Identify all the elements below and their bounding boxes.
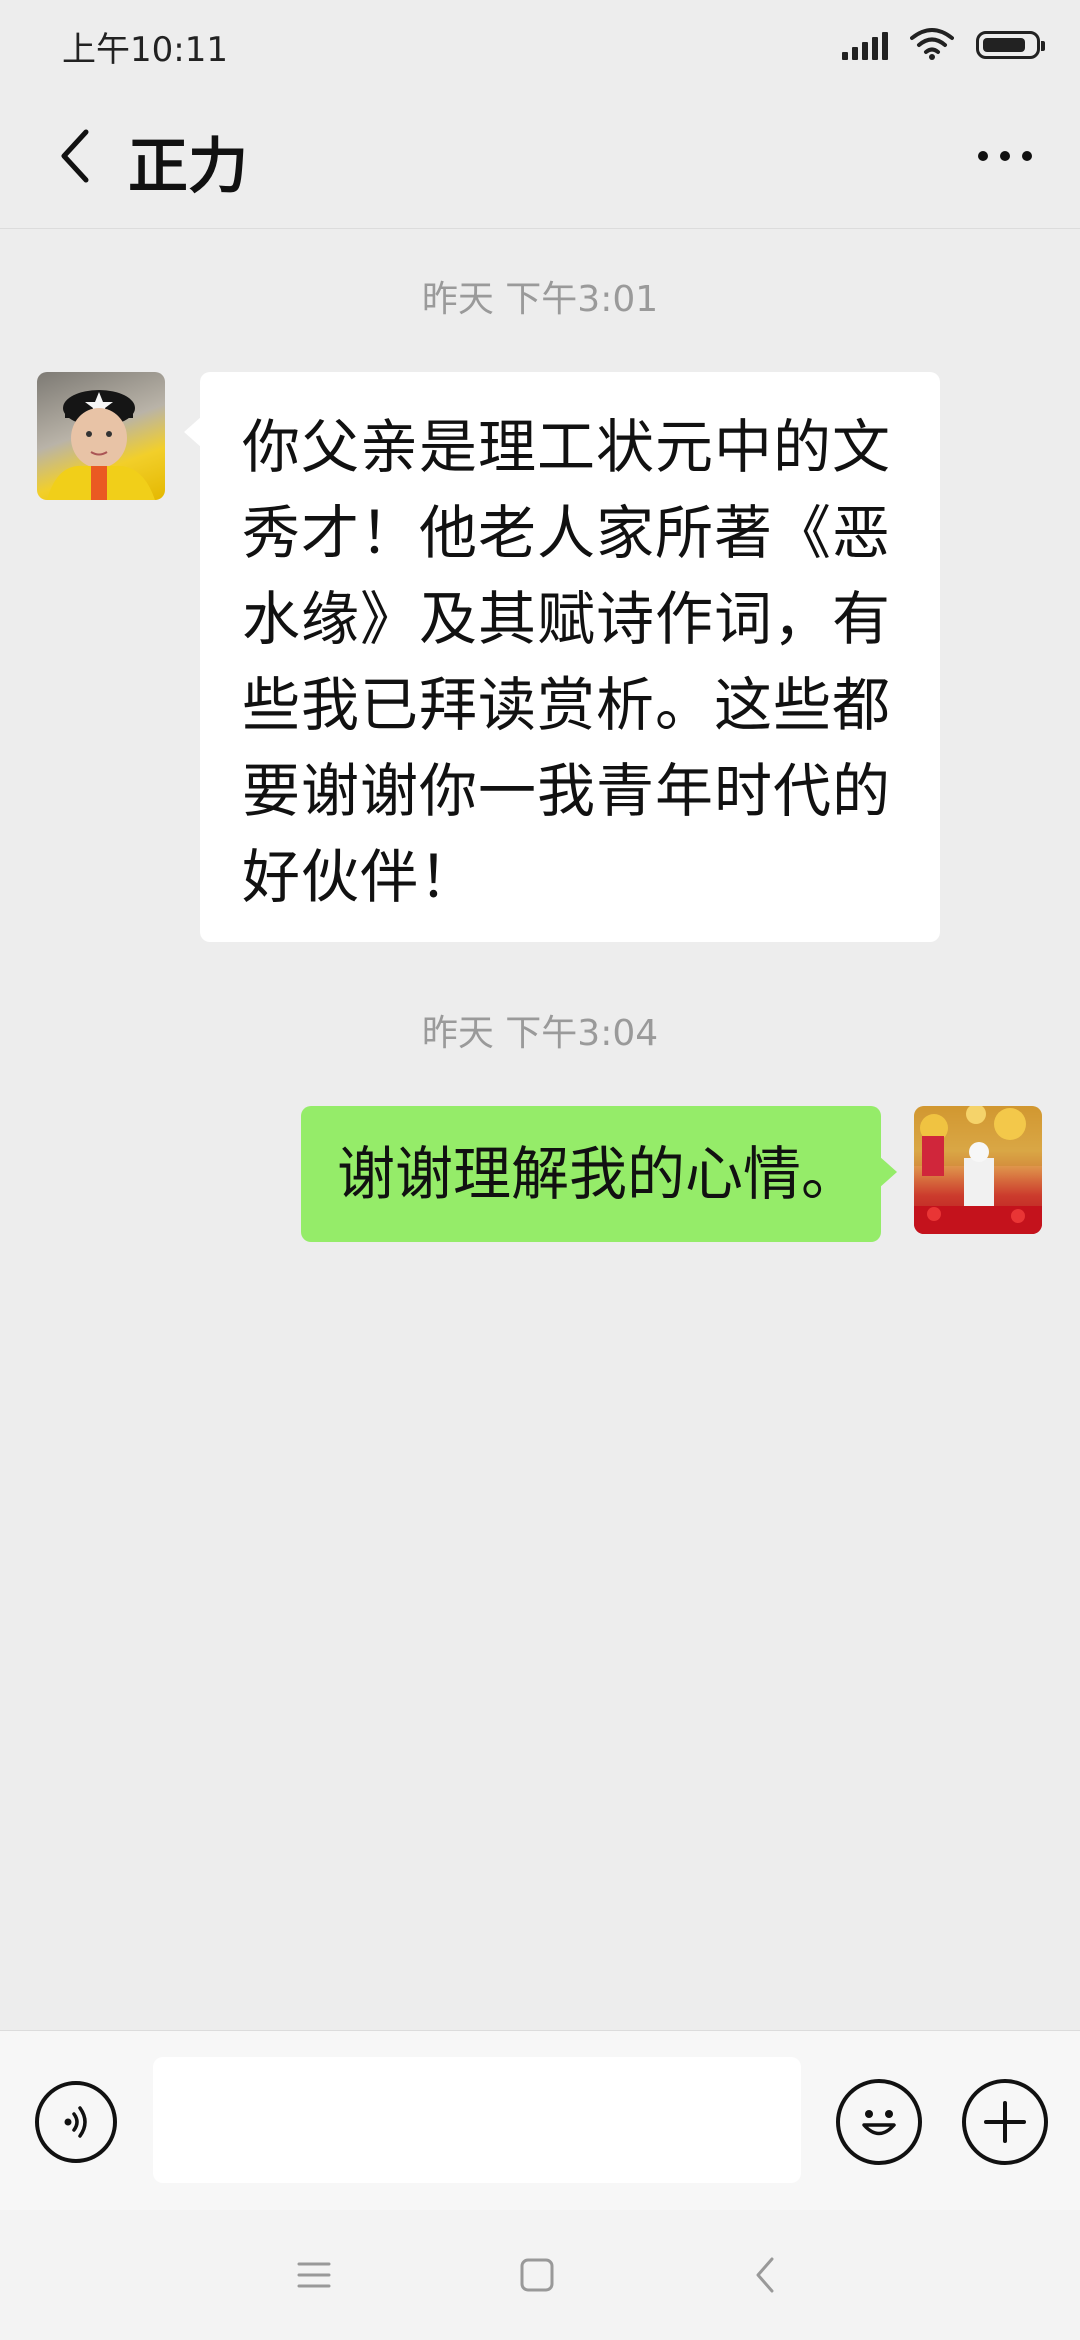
status-time: 上午10:11 [62,30,228,70]
emoji-icon [862,2110,896,2136]
more-dots-icon [978,151,988,161]
message-timestamp: 昨天 下午3:04 [421,1013,659,1054]
add-attachment-button[interactable] [962,2079,1048,2165]
emoji-button[interactable] [836,2079,922,2165]
message-input[interactable] [153,2057,801,2183]
incoming-message-text: 你父亲是理工状元中的文秀才！他老人家所著《恶水缘》及其赋诗作词，有些我已拜读赏析… [242,413,892,911]
system-home-button[interactable] [502,2240,572,2310]
status-bar: 上午10:11 [0,0,1080,88]
wifi-icon [910,26,954,64]
incoming-message-bubble[interactable]: 你父亲是理工状元中的文秀才！他老人家所著《恶水缘》及其赋诗作词，有些我已拜读赏析… [184,372,940,942]
signal-icon [842,30,888,60]
chat-header: 正力 [0,88,1080,229]
my-avatar[interactable] [914,1106,1042,1234]
system-back-button[interactable] [730,2240,800,2310]
more-button[interactable] [960,116,1050,196]
outgoing-message-text: 谢谢理解我的心情。 [337,1140,860,1208]
system-back-icon [756,2257,774,2293]
system-navigation-bar [0,2210,1080,2340]
status-icons [842,26,1045,64]
battery-icon [976,31,1045,59]
voice-button[interactable] [35,2081,117,2163]
outgoing-message-bubble[interactable]: 谢谢理解我的心情。 [301,1106,897,1242]
contact-avatar[interactable] [37,372,165,500]
menu-icon [297,2262,331,2288]
message-timestamp: 昨天 下午3:01 [421,279,659,320]
chat-title: 正力 [128,132,248,202]
back-button[interactable] [36,116,116,196]
input-bar [0,2030,1080,2211]
voice-icon [64,2106,87,2138]
chevron-left-icon [61,129,89,183]
plus-icon [984,2101,1026,2143]
home-icon [520,2258,554,2292]
system-menu-button[interactable] [279,2240,349,2310]
